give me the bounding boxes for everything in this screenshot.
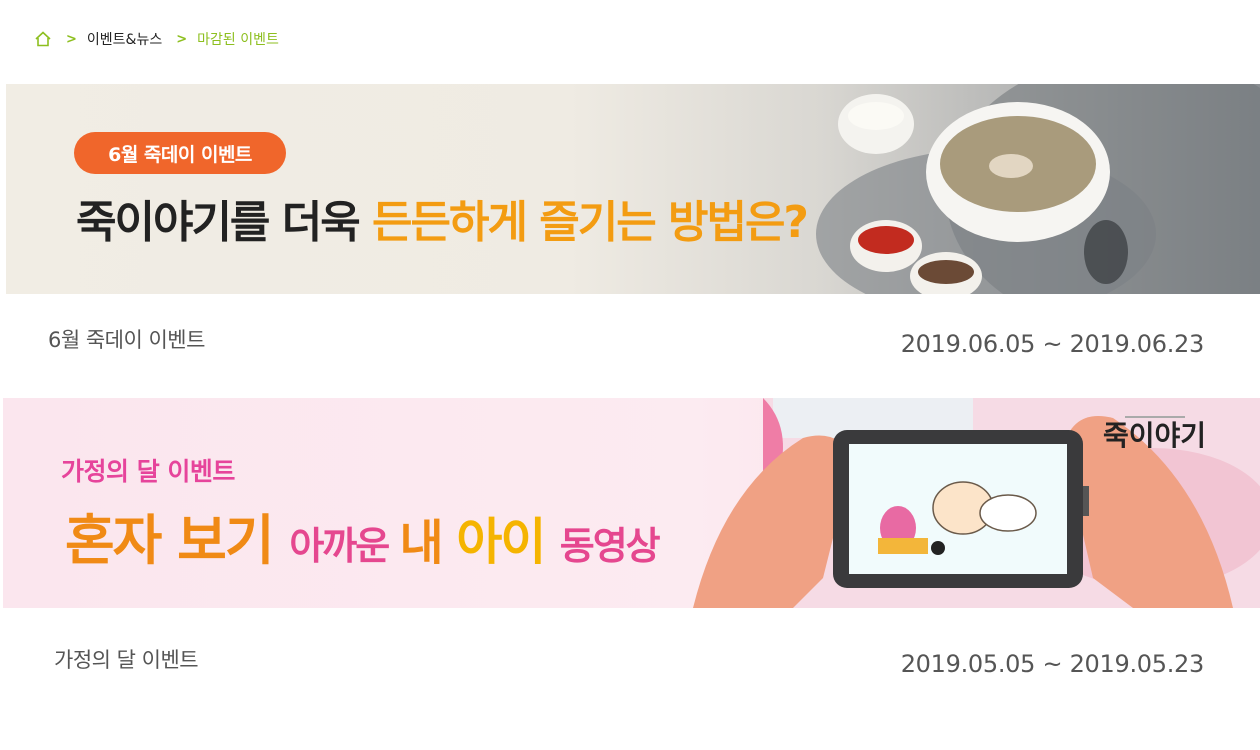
headline-part: 동영상 bbox=[559, 524, 661, 568]
breadcrumb-events-news[interactable]: 이벤트&뉴스 bbox=[87, 29, 162, 49]
event-title[interactable]: 6월 죽데이 이벤트 bbox=[48, 324, 205, 354]
headline-part: 내 bbox=[399, 515, 457, 571]
breadcrumb-closed-events[interactable]: 마감된 이벤트 bbox=[197, 29, 279, 49]
chevron-right-icon: > bbox=[66, 31, 77, 47]
headline-part: 아이 bbox=[456, 513, 560, 571]
event-title[interactable]: 가정의 달 이벤트 bbox=[54, 644, 199, 674]
chevron-right-icon: > bbox=[176, 31, 188, 47]
headline-part: 죽이야기를 더욱 bbox=[76, 197, 372, 248]
event-badge: 6월 죽데이 이벤트 bbox=[74, 132, 286, 174]
brand-logo: 죽이야기 bbox=[1103, 419, 1207, 452]
headline-part: 아까운 bbox=[289, 524, 400, 568]
event-banner-june-jukday[interactable]: 6월 죽데이 이벤트 죽이야기를 더욱 든든하게 즐기는 방법은? bbox=[6, 84, 1260, 294]
banner-subtitle: 가정의 달 이벤트 bbox=[61, 457, 235, 486]
breadcrumb: > 이벤트&뉴스 > 마감된 이벤트 bbox=[34, 28, 279, 50]
event-banner-family-month[interactable]: 죽이야기 가정의 달 이벤트 혼자 보기 아까운 내 아이 동영상 bbox=[3, 398, 1260, 608]
home-icon[interactable] bbox=[34, 30, 52, 48]
banner-headline: 죽이야기를 더욱 든든하게 즐기는 방법은? bbox=[76, 186, 809, 250]
banner-headline: 혼자 보기 아까운 내 아이 동영상 bbox=[65, 496, 661, 575]
event-period: 2019.05.05 ~ 2019.05.23 bbox=[900, 650, 1205, 678]
event-card: 6월 죽데이 이벤트 죽이야기를 더욱 든든하게 즐기는 방법은? 6월 죽데이… bbox=[0, 84, 1260, 384]
event-info: 가정의 달 이벤트 2019.05.05 ~ 2019.05.23 bbox=[0, 608, 1260, 698]
headline-part: 혼자 보기 bbox=[65, 509, 290, 572]
event-period: 2019.06.05 ~ 2019.06.23 bbox=[900, 330, 1205, 358]
event-card: 죽이야기 가정의 달 이벤트 혼자 보기 아까운 내 아이 동영상 가정의 달 … bbox=[0, 398, 1260, 698]
headline-accent: 든든하게 즐기는 방법은? bbox=[372, 197, 809, 248]
event-info: 6월 죽데이 이벤트 2019.06.05 ~ 2019.06.23 bbox=[0, 294, 1260, 384]
